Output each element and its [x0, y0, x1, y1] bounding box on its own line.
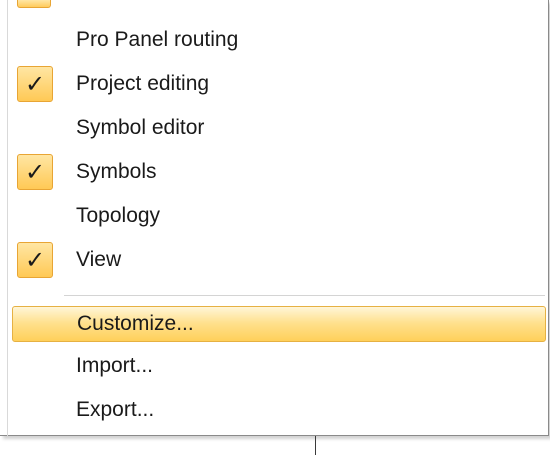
checkmark-icon: ✓ [17, 66, 53, 102]
menu-item-label: Symbol editor [76, 116, 205, 139]
menu-item-import[interactable]: Import... [7, 344, 547, 388]
menu-item-project-editing[interactable]: ✓ Project editing [7, 62, 547, 106]
context-menu: Pro Panel routing ✓ Project editing Symb… [0, 0, 549, 436]
menu-separator-highlight [64, 296, 545, 297]
menu-item-label: View [76, 248, 122, 271]
menu-item-symbol-editor[interactable]: Symbol editor [7, 106, 547, 150]
menu-item-topology[interactable]: Topology [7, 194, 547, 238]
partial-checkmark-box [17, 0, 51, 8]
menu-item-label: Topology [76, 204, 161, 227]
menu-item-label: Project editing [76, 72, 210, 95]
menu-item-pro-panel-routing[interactable]: Pro Panel routing [7, 18, 547, 62]
menu-item-label: Import... [76, 354, 154, 377]
menu-item-label: Pro Panel routing [76, 28, 239, 51]
menu-item-view[interactable]: ✓ View [7, 238, 547, 282]
checkmark-icon: ✓ [17, 154, 53, 190]
menu-item-label: Customize... [77, 312, 194, 335]
menu-item-label: Symbols [76, 160, 157, 183]
background-tick-line [315, 436, 316, 455]
menu-item-customize[interactable]: Customize... [12, 306, 546, 342]
checkmark-icon: ✓ [17, 242, 53, 278]
menu-item-export[interactable]: Export... [7, 388, 547, 432]
menu-item-symbols[interactable]: ✓ Symbols [7, 150, 547, 194]
menu-item-label: Export... [76, 398, 155, 421]
